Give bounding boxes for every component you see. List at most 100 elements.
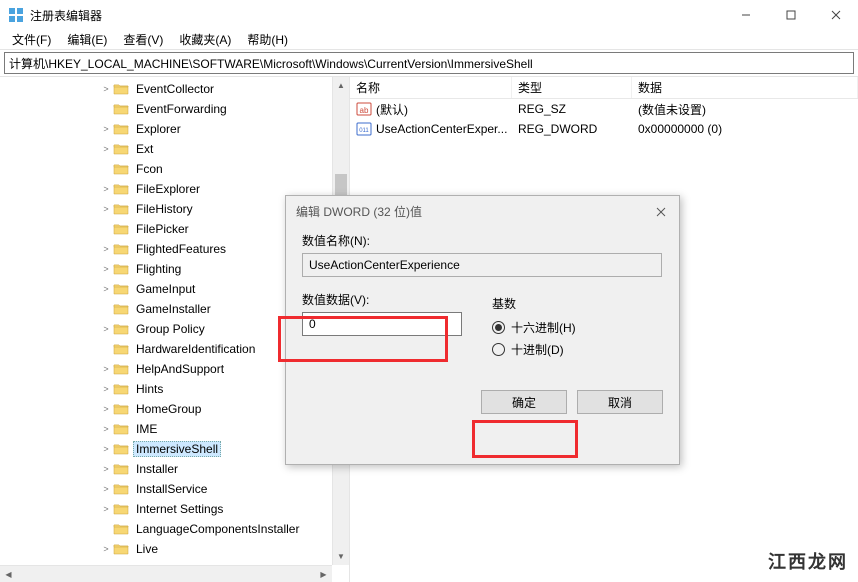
menu-help[interactable]: 帮助(H)	[239, 29, 296, 50]
value-type: REG_DWORD	[512, 122, 632, 136]
tree-item-label: Ext	[133, 141, 156, 157]
tree-item[interactable]: > EventCollector	[0, 79, 349, 99]
expander-icon[interactable]: >	[100, 503, 112, 515]
tree-item-label: Internet Settings	[133, 501, 226, 517]
tree-item-label: EventForwarding	[133, 101, 230, 117]
menu-view[interactable]: 查看(V)	[115, 29, 171, 50]
tree-item[interactable]: > Internet Settings	[0, 499, 349, 519]
cancel-button[interactable]: 取消	[577, 390, 663, 414]
expander-icon[interactable]: >	[100, 203, 112, 215]
expander-icon[interactable]	[100, 523, 112, 535]
expander-icon[interactable]: >	[100, 543, 112, 555]
edit-dword-dialog: 编辑 DWORD (32 位)值 数值名称(N): UseActionCente…	[285, 195, 680, 465]
value-data: 0x00000000 (0)	[632, 122, 858, 136]
expander-icon[interactable]	[100, 223, 112, 235]
tree-item-label: FlightedFeatures	[133, 241, 229, 257]
tree-item-label: Group Policy	[133, 321, 208, 337]
svg-text:011: 011	[359, 128, 369, 134]
close-button[interactable]	[813, 0, 858, 30]
radio-dec-label: 十进制(D)	[511, 341, 564, 358]
expander-icon[interactable]: >	[100, 183, 112, 195]
col-header-name[interactable]: 名称	[350, 77, 512, 98]
tree-item[interactable]: Fcon	[0, 159, 349, 179]
tree-item-label: HelpAndSupport	[133, 361, 227, 377]
regedit-app-icon	[8, 7, 24, 23]
tree-item-label: Installer	[133, 461, 181, 477]
expander-icon[interactable]	[100, 343, 112, 355]
expander-icon[interactable]	[100, 163, 112, 175]
tree-item-label: FileHistory	[133, 201, 196, 217]
maximize-button[interactable]	[768, 0, 813, 30]
tree-item-label: ImmersiveShell	[133, 441, 221, 457]
radio-icon	[492, 321, 505, 334]
expander-icon[interactable]: >	[100, 443, 112, 455]
menu-file[interactable]: 文件(F)	[4, 29, 59, 50]
tree-item-label: Explorer	[133, 121, 184, 137]
radio-hex[interactable]: 十六进制(H)	[492, 316, 576, 338]
expander-icon[interactable]: >	[100, 83, 112, 95]
scroll-right-icon[interactable]: ▶	[315, 566, 332, 582]
expander-icon[interactable]: >	[100, 463, 112, 475]
svg-text:ab: ab	[360, 106, 369, 115]
value-row[interactable]: ab(默认)REG_SZ(数值未设置)	[350, 99, 858, 119]
tree-item-label: IME	[133, 421, 160, 437]
expander-icon[interactable]: >	[100, 143, 112, 155]
expander-icon[interactable]: >	[100, 403, 112, 415]
dialog-close-button[interactable]	[649, 202, 673, 222]
value-type: REG_SZ	[512, 102, 632, 116]
value-data-input[interactable]	[302, 312, 462, 336]
window-title: 注册表编辑器	[30, 7, 723, 24]
expander-icon[interactable]: >	[100, 383, 112, 395]
expander-icon[interactable]	[100, 103, 112, 115]
tree-item-label: Flighting	[133, 261, 184, 277]
tree-hscrollbar[interactable]: ◀ ▶	[0, 565, 332, 582]
col-header-type[interactable]: 类型	[512, 77, 632, 98]
expander-icon[interactable]: >	[100, 423, 112, 435]
scroll-up-icon[interactable]: ▲	[333, 77, 349, 94]
tree-item[interactable]: LanguageComponentsInstaller	[0, 519, 349, 539]
minimize-button[interactable]	[723, 0, 768, 30]
address-bar[interactable]: 计算机\HKEY_LOCAL_MACHINE\SOFTWARE\Microsof…	[4, 52, 854, 74]
radio-icon	[492, 343, 505, 356]
tree-item-label: EventCollector	[133, 81, 217, 97]
expander-icon[interactable]: >	[100, 123, 112, 135]
value-name-field: UseActionCenterExperience	[302, 253, 662, 277]
expander-icon[interactable]	[100, 303, 112, 315]
radio-hex-label: 十六进制(H)	[511, 319, 576, 336]
tree-item-label: Fcon	[133, 161, 166, 177]
expander-icon[interactable]: >	[100, 323, 112, 335]
ok-button[interactable]: 确定	[481, 390, 567, 414]
tree-item-label: InstallService	[133, 481, 210, 497]
tree-item[interactable]: EventForwarding	[0, 99, 349, 119]
tree-item[interactable]: >Live	[0, 539, 349, 559]
scroll-left-icon[interactable]: ◀	[0, 566, 17, 582]
radio-dec[interactable]: 十进制(D)	[492, 338, 576, 360]
close-icon	[656, 207, 666, 217]
base-label: 基数	[492, 295, 576, 312]
expander-icon[interactable]: >	[100, 483, 112, 495]
window-controls	[723, 0, 858, 30]
menu-favorites[interactable]: 收藏夹(A)	[171, 29, 239, 50]
col-header-data[interactable]: 数据	[632, 77, 858, 98]
scroll-down-icon[interactable]: ▼	[333, 548, 349, 565]
expander-icon[interactable]: >	[100, 363, 112, 375]
menu-edit[interactable]: 编辑(E)	[59, 29, 115, 50]
tree-item-label: FilePicker	[133, 221, 192, 237]
dialog-title: 编辑 DWORD (32 位)值	[286, 196, 679, 226]
expander-icon[interactable]: >	[100, 263, 112, 275]
tree-item-label: Hints	[133, 381, 166, 397]
value-row[interactable]: 011UseActionCenterExper...REG_DWORD0x000…	[350, 119, 858, 139]
menubar: 文件(F) 编辑(E) 查看(V) 收藏夹(A) 帮助(H)	[0, 30, 858, 50]
titlebar: 注册表编辑器	[0, 0, 858, 30]
tree-item-label: GameInstaller	[133, 301, 214, 317]
expander-icon[interactable]: >	[100, 283, 112, 295]
value-name-label: 数值名称(N):	[302, 232, 663, 249]
expander-icon[interactable]: >	[100, 243, 112, 255]
tree-item-label: FileExplorer	[133, 181, 203, 197]
values-header: 名称 类型 数据	[350, 77, 858, 99]
value-name: (默认)	[376, 101, 408, 118]
tree-item[interactable]: > Explorer	[0, 119, 349, 139]
watermark: 江西龙网	[768, 548, 848, 574]
tree-item[interactable]: > Ext	[0, 139, 349, 159]
tree-item[interactable]: > InstallService	[0, 479, 349, 499]
